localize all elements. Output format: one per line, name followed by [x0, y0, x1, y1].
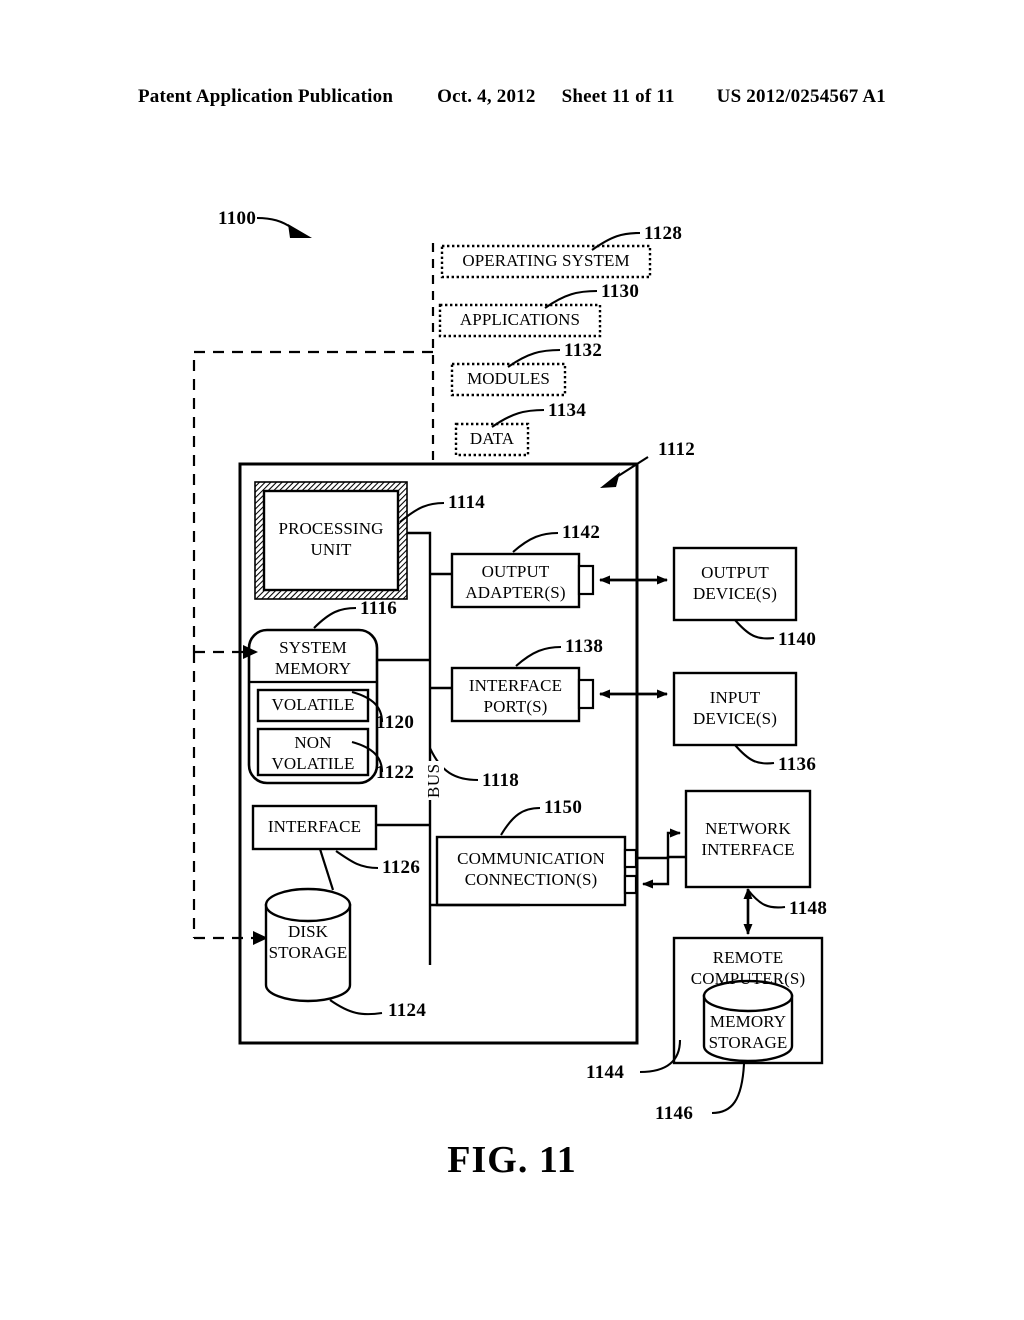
remote-computers-label: REMOTE COMPUTER(S) [690, 948, 806, 988]
system-ref-leader [256, 216, 312, 238]
applications-ref: 1130 [601, 281, 640, 302]
interface-ports-label: INTERFACE PORT(S) [468, 676, 563, 716]
non-volatile-label: NON VOLATILE [271, 733, 355, 773]
memory-storage-label: MEMORY STORAGE [708, 1012, 788, 1052]
network-interface-label: NETWORK INTERFACE [701, 819, 795, 859]
communication-connection-label: COMMUNICATION CONNECTION(S) [457, 849, 605, 889]
network-interface-ref: 1148 [789, 898, 828, 919]
remote-computers-ref: 1144 [586, 1062, 625, 1083]
bus-ref: 1118 [482, 770, 520, 791]
network-interface-ref-leader [747, 889, 786, 909]
comm-to-network-arrow [636, 828, 681, 860]
processing-unit-label: PROCESSING UNIT [278, 519, 384, 559]
non-volatile-ref: 1122 [376, 762, 415, 783]
modules-ref: 1132 [564, 340, 603, 361]
interface-label: INTERFACE [267, 817, 362, 836]
communication-connector-lower [623, 874, 638, 895]
output-devices-ref: 1140 [778, 629, 817, 650]
processing-unit-ref: 1114 [448, 492, 486, 513]
output-adapter-connector [577, 564, 595, 596]
bus-label: BUS [424, 761, 444, 800]
communication-connector-upper [623, 848, 638, 869]
network-to-comm-arrow [642, 855, 686, 889]
output-devices-label: OUTPUT DEVICE(S) [693, 563, 777, 603]
interface-port-connector [577, 678, 595, 710]
disk-storage-label: DISK STORAGE [268, 922, 348, 962]
applications-label: APPLICATIONS [459, 310, 581, 329]
system-ref: 1100 [218, 208, 257, 229]
system-memory-ref: 1116 [360, 598, 398, 619]
computer-ref-leader [600, 456, 649, 488]
memory-storage-ref: 1146 [655, 1103, 694, 1124]
output-adapters-label: OUTPUT ADAPTER(S) [465, 562, 566, 602]
disk-storage-ref: 1124 [388, 1000, 427, 1021]
disk-storage-ref-leader [329, 999, 383, 1016]
data-ref: 1134 [548, 400, 587, 421]
os-ref-leader [591, 231, 641, 251]
operating-system-ref: 1128 [644, 223, 683, 244]
output-adapters-ref: 1142 [562, 522, 601, 543]
communication-ref-leader [500, 806, 541, 836]
input-devices-label: INPUT DEVICE(S) [693, 688, 777, 728]
memory-storage-ref-leader [711, 1063, 746, 1115]
input-devices-ref-leader [734, 744, 775, 765]
operating-system-label: OPERATING SYSTEM [462, 251, 630, 270]
system-memory-ref-leader [313, 606, 357, 629]
interface-ports-ref: 1138 [565, 636, 604, 657]
computer-enclosure-ref: 1112 [658, 439, 696, 460]
input-devices-ref: 1136 [778, 754, 817, 775]
interface-to-disk-line [318, 848, 335, 891]
system-memory-label: SYSTEM MEMORY [274, 638, 352, 678]
output-adapters-ref-leader [512, 531, 559, 553]
volatile-ref: 1120 [376, 712, 415, 733]
figure-caption: FIG. 11 [447, 1139, 577, 1181]
interface-ports-ref-leader [515, 645, 562, 667]
modules-label: MODULES [467, 369, 550, 388]
communication-connection-ref: 1150 [544, 797, 583, 818]
patent-figure-page: Patent Application Publication Oct. 4, 20… [0, 0, 1024, 1320]
figure-vector-layer [192, 216, 824, 1115]
interface-ref-leader [335, 850, 379, 870]
interface-ref: 1126 [382, 857, 421, 878]
output-devices-ref-leader [734, 619, 775, 640]
volatile-label: VOLATILE [271, 695, 355, 714]
data-label: DATA [469, 429, 515, 448]
